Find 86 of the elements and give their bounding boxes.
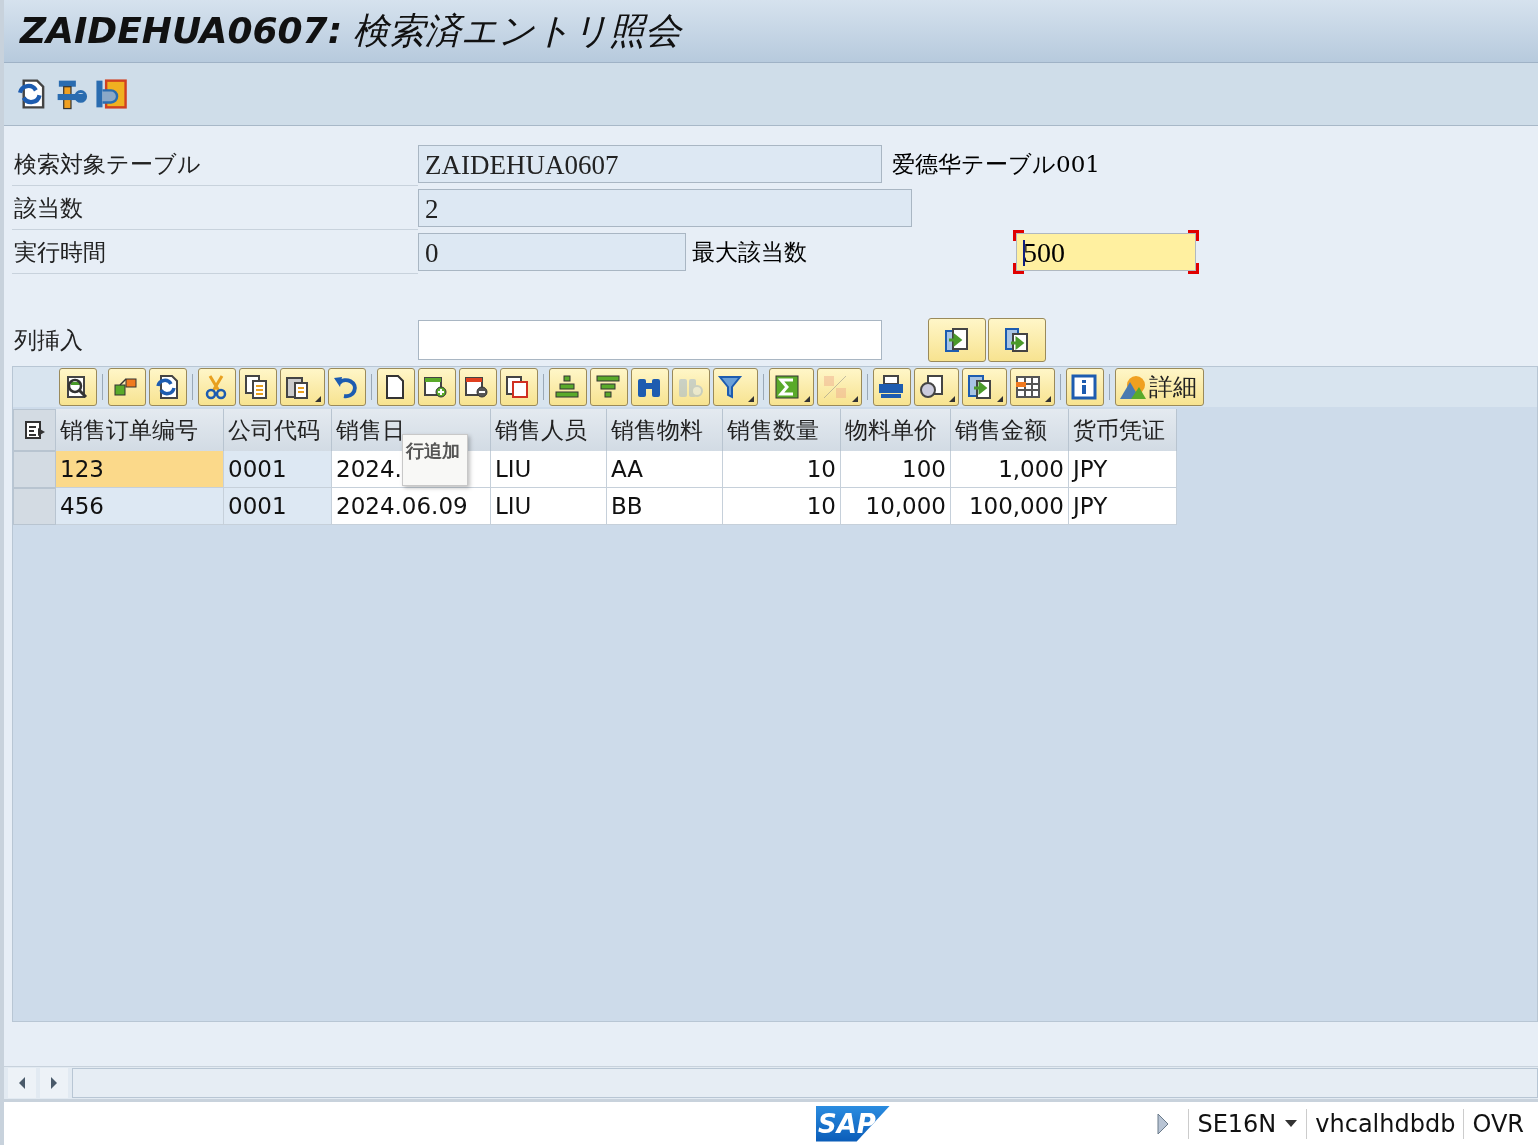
table-cell: 100,000 (951, 488, 1069, 525)
table-cell: 10 (723, 451, 841, 488)
readonly-field: ZAIDEHUA0607 (418, 145, 882, 183)
toolbar-button[interactable] (239, 368, 277, 406)
sort-descending-icon (594, 373, 622, 401)
toolbar-button[interactable] (108, 368, 146, 406)
table-cell: 0001 (224, 451, 332, 488)
input-mode: OVR (1472, 1109, 1524, 1138)
sigma-icon (773, 373, 801, 401)
toolbar-button[interactable] (1066, 368, 1104, 406)
printer-icon (877, 373, 905, 401)
table-cell: 1,000 (951, 451, 1069, 488)
table-cell: JPY (1069, 451, 1177, 488)
field-label: 列挿入 (13, 326, 84, 355)
toolbar-button[interactable] (713, 368, 758, 406)
info-icon (1070, 373, 1098, 401)
table-cell: 10 (723, 488, 841, 525)
document-clock-icon (918, 373, 946, 401)
scroll-right-icon[interactable] (40, 1068, 68, 1098)
field-label: 実行時間 (12, 230, 418, 274)
column-header[interactable]: 公司代码 (224, 409, 332, 451)
toolbar-button[interactable] (590, 368, 628, 406)
toolbar-button[interactable] (769, 368, 814, 406)
dropdown-icon[interactable] (1284, 1118, 1299, 1129)
toolbar-button[interactable] (459, 368, 497, 406)
toolbar-button[interactable] (962, 368, 1007, 406)
toolbar-button[interactable] (377, 368, 415, 406)
toolbar-button[interactable] (500, 368, 538, 406)
play-icon[interactable] (1156, 1111, 1171, 1136)
readonly-field: 2 (418, 189, 912, 227)
field-label: 検索対象テーブル (12, 142, 418, 186)
toolbar-button[interactable] (914, 368, 959, 406)
window-title: ZAIDEHUA0607: 検索済エントリ照会 (20, 8, 682, 53)
toolbar-button[interactable] (1010, 368, 1055, 406)
column-header[interactable]: 销售订单编号 (56, 409, 224, 451)
sort-ascending-icon (553, 373, 581, 401)
table-cell: JPY (1069, 488, 1177, 525)
column-header[interactable]: 销售人员 (491, 409, 607, 451)
input-field[interactable]: 500 (1016, 233, 1196, 271)
table-cell: LIU (491, 488, 607, 525)
table-cell: LIU (491, 451, 607, 488)
table-description: 爱德华テーブル001 (892, 149, 1100, 179)
toolbar-button[interactable] (328, 368, 366, 406)
toolbar-button[interactable] (149, 368, 187, 406)
document-export-icon (1003, 326, 1031, 354)
refresh-icon (153, 373, 181, 401)
document-arrow-icon (966, 373, 994, 401)
toolbar-button[interactable] (59, 368, 97, 406)
toolbar-button[interactable] (280, 368, 325, 406)
system-name: vhcalhdbdb (1315, 1109, 1456, 1138)
toolbar-button[interactable] (198, 368, 236, 406)
table-cell: 10,000 (841, 488, 951, 525)
table-cell: 100 (841, 451, 951, 488)
document-import-icon (943, 326, 971, 354)
grid-icon (1014, 373, 1042, 401)
document-export-button[interactable] (988, 318, 1046, 362)
scroll-left-icon[interactable] (8, 1068, 36, 1098)
table-cell: 2024.06.09 (332, 488, 491, 525)
table-cell: AA (607, 451, 723, 488)
column-settings-icon[interactable] (13, 409, 56, 451)
table-cell: 456 (56, 488, 224, 525)
field-label: 該当数 (12, 186, 418, 230)
mountain-icon (1119, 373, 1147, 401)
column-header[interactable]: 销售数量 (723, 409, 841, 451)
tooltip: 行追加 (402, 434, 468, 486)
column-header[interactable]: 物料单价 (841, 409, 951, 451)
table-cell: 123 (56, 451, 224, 488)
filter-icon (717, 373, 745, 401)
stamp-icon[interactable] (94, 77, 128, 111)
toolbar-button[interactable] (549, 368, 587, 406)
details-button[interactable]: 詳細 (1115, 368, 1204, 406)
toolbar-button[interactable] (418, 368, 456, 406)
subtotal-icon (821, 373, 849, 401)
field-label: 最大該当数 (692, 237, 808, 267)
column-header[interactable]: 销售物料 (607, 409, 723, 451)
toolbar-button[interactable] (631, 368, 669, 406)
document-import-button[interactable] (928, 318, 986, 362)
column-header[interactable]: 销售金额 (951, 409, 1069, 451)
sap-logo: SAP (816, 1105, 890, 1142)
input-field[interactable] (418, 320, 882, 360)
column-header[interactable]: 货币凭证 (1069, 409, 1177, 451)
readonly-field: 0 (418, 233, 686, 271)
toolbar-button[interactable] (873, 368, 911, 406)
transaction-code[interactable]: SE16N (1197, 1109, 1277, 1138)
table-cell: 0001 (224, 488, 332, 525)
table-cell: BB (607, 488, 723, 525)
